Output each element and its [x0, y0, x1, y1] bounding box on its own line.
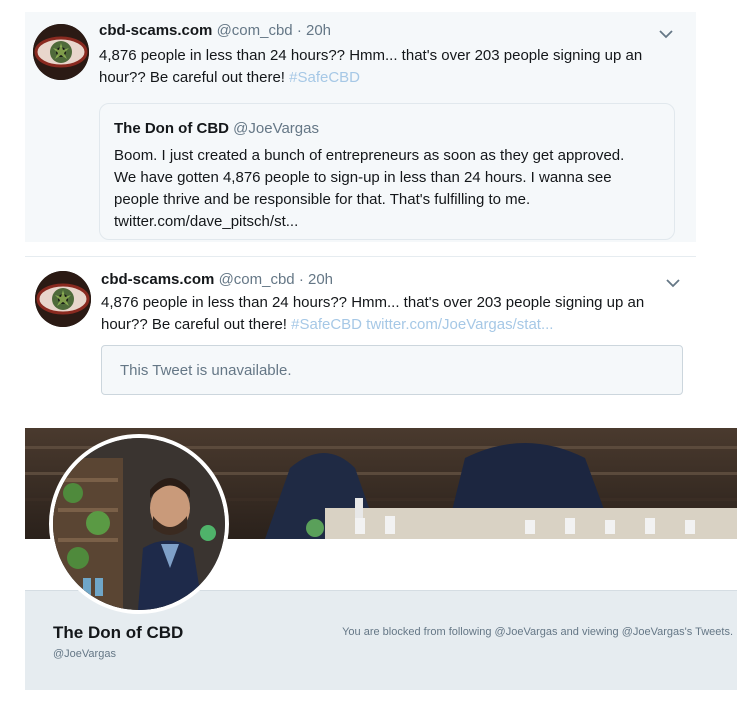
unavailable-tweet-box: This Tweet is unavailable. — [101, 345, 683, 395]
tweet-with-quote[interactable]: cbd-scams.com @com_cbd · 20h 4,876 peopl… — [25, 12, 696, 242]
author-handle[interactable]: @com_cbd — [219, 271, 295, 288]
quoted-tweet-header: The Don of CBD @JoeVargas — [114, 120, 319, 137]
quoted-author-handle: @JoeVargas — [233, 120, 319, 137]
author-name[interactable]: cbd-scams.com — [99, 22, 212, 39]
author-name[interactable]: cbd-scams.com — [101, 271, 214, 288]
tweet-text-body: 4,876 people in less than 24 hours?? Hmm… — [99, 47, 643, 86]
tweet-header: cbd-scams.com @com_cbd · 20h — [99, 22, 331, 39]
quoted-text-link[interactable]: twitter.com/dave_pitsch/st... — [114, 211, 664, 233]
tweet-text: 4,876 people in less than 24 hours?? Hmm… — [99, 45, 689, 89]
profile-name: The Don of CBD — [53, 623, 184, 642]
tweet-header: cbd-scams.com @com_cbd · 20h — [101, 271, 333, 288]
hashtag-link[interactable]: #SafeCBD — [291, 316, 362, 333]
chevron-down-icon[interactable] — [665, 277, 681, 289]
profile-handle: @JoeVargas — [53, 648, 116, 660]
tweet-text: 4,876 people in less than 24 hours?? Hmm… — [101, 292, 691, 336]
blocked-message: You are blocked from following @JoeVarga… — [342, 626, 733, 638]
quoted-author-name: The Don of CBD — [114, 120, 229, 137]
quoted-text-line: people thrive and be responsible for tha… — [114, 191, 531, 208]
tweet-timestamp[interactable]: 20h — [306, 22, 331, 39]
hashtag-link[interactable]: #SafeCBD — [289, 69, 360, 86]
tweet-with-unavailable-quote[interactable]: cbd-scams.com @com_cbd · 20h 4,876 peopl… — [25, 256, 696, 402]
separator-dot: · — [296, 22, 302, 39]
profile-avatar[interactable] — [49, 434, 229, 614]
author-handle[interactable]: @com_cbd — [217, 22, 293, 39]
chevron-down-icon[interactable] — [658, 28, 674, 40]
tweet-timestamp[interactable]: 20h — [308, 271, 333, 288]
eye-avatar-icon[interactable] — [35, 271, 91, 327]
unavailable-message: This Tweet is unavailable. — [120, 362, 292, 379]
status-link[interactable]: twitter.com/JoeVargas/stat... — [366, 316, 553, 333]
eye-avatar-icon[interactable] — [33, 24, 89, 80]
quoted-tweet[interactable]: The Don of CBD @JoeVargas Boom. I just c… — [99, 103, 675, 240]
quoted-text-line: Boom. I just created a bunch of entrepre… — [114, 147, 625, 164]
separator-dot: · — [298, 271, 304, 288]
quoted-text-line: We have gotten 4,876 people to sign-up i… — [114, 169, 612, 186]
quoted-tweet-text: Boom. I just created a bunch of entrepre… — [114, 145, 664, 233]
profile-header: The Don of CBD @JoeVargas You are blocke… — [25, 428, 737, 690]
